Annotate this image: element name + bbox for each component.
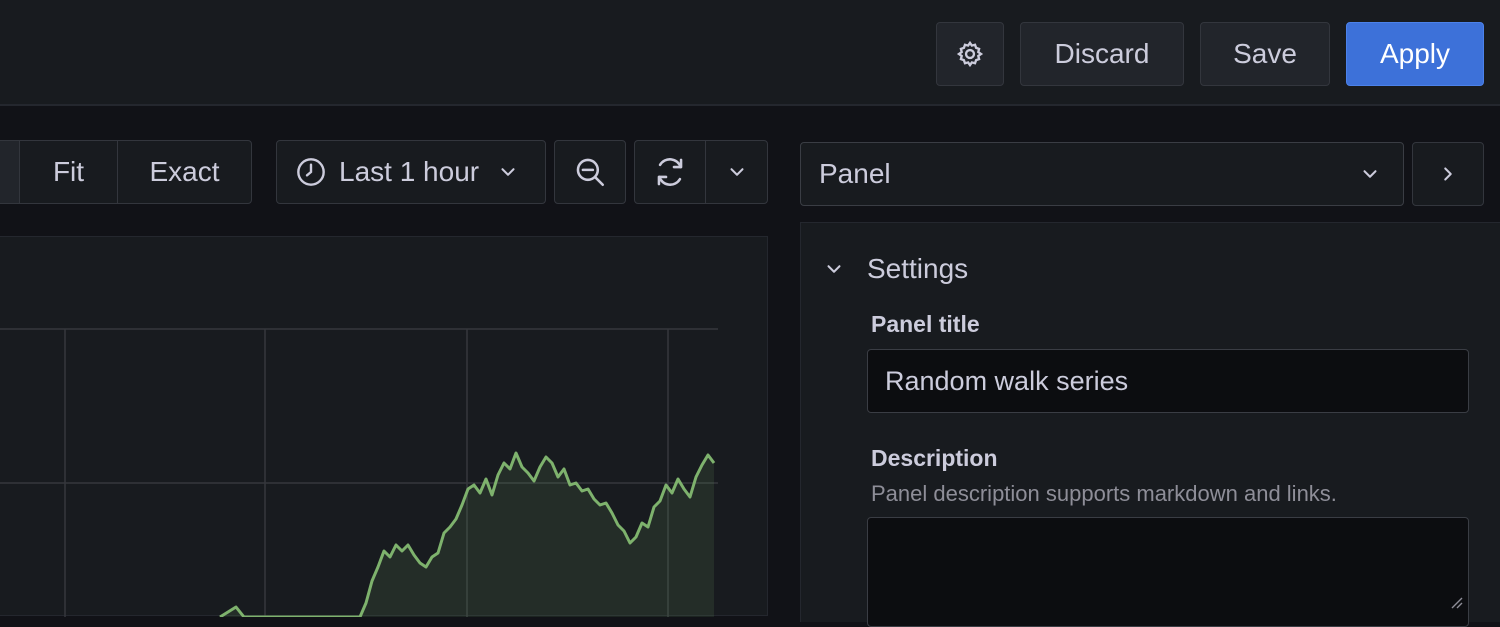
- apply-button[interactable]: Apply: [1346, 22, 1484, 86]
- zoom-fit-option[interactable]: Fit: [19, 141, 117, 203]
- description-label: Description: [871, 445, 998, 471]
- panel-title-input[interactable]: Random walk series: [867, 349, 1469, 413]
- zoom-fill-option[interactable]: [0, 141, 19, 203]
- description-textarea[interactable]: [867, 517, 1469, 627]
- collapse-options-button[interactable]: [1412, 142, 1484, 206]
- zoom-out-button[interactable]: [554, 140, 626, 204]
- refresh-interval-dropdown[interactable]: [705, 141, 767, 203]
- settings-section-title: Settings: [867, 253, 969, 284]
- time-range-picker[interactable]: Last 1 hour: [276, 140, 546, 204]
- gear-icon: [956, 40, 984, 68]
- panel-title-label: Panel title: [871, 311, 980, 337]
- time-series-chart: [0, 328, 718, 617]
- refresh-button[interactable]: [635, 141, 705, 203]
- resize-handle-icon[interactable]: [1449, 595, 1463, 609]
- options-pane-select[interactable]: Panel: [800, 142, 1404, 206]
- chevron-down-icon: [729, 168, 744, 176]
- refresh-group: [634, 140, 768, 204]
- description-help-text: Panel description supports markdown and …: [871, 481, 1337, 506]
- refresh-icon: [657, 158, 683, 186]
- chevron-down-icon: [501, 168, 515, 176]
- zoom-out-icon: [576, 158, 605, 187]
- settings-section-header[interactable]: Settings: [823, 253, 968, 285]
- chevron-down-icon: [1363, 170, 1377, 178]
- clock-icon: [297, 158, 325, 186]
- settings-button[interactable]: [936, 22, 1004, 86]
- zoom-mode-group: Fit Exact: [0, 140, 252, 204]
- graph-panel: [0, 236, 768, 617]
- options-pane: Settings Panel title Random walk series …: [800, 222, 1500, 627]
- chevron-down-icon: [827, 265, 841, 273]
- time-range-label: Last 1 hour: [339, 156, 480, 187]
- chevron-right-icon: [1444, 167, 1452, 181]
- save-button[interactable]: Save: [1200, 22, 1330, 86]
- discard-button[interactable]: Discard: [1020, 22, 1184, 86]
- zoom-exact-option[interactable]: Exact: [117, 141, 251, 203]
- editor-header: Discard Save Apply: [0, 0, 1500, 106]
- options-pane-select-value: Panel: [819, 158, 891, 189]
